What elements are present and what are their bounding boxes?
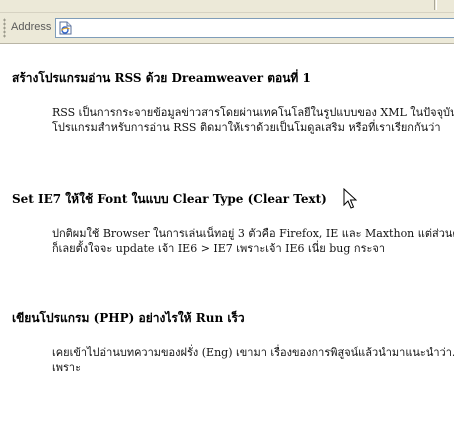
toolbar-separator-highlight <box>436 0 437 10</box>
ie-page-icon <box>59 21 72 35</box>
excerpt-line: เคยเข้าไปอ่านบทความของฝรั่ง (Eng) เขามา … <box>52 346 454 359</box>
address-input[interactable] <box>55 18 454 38</box>
toolbar-strip <box>0 0 454 13</box>
post-excerpt: RSS เป็นการกระจายข้อมูลข่าวสารโดยผ่านเทค… <box>52 105 454 135</box>
post-item: เขียนโปรแกรม (PHP) อย่างไรให้ Run เร็ว เ… <box>12 309 454 375</box>
mouse-pointer-icon <box>343 188 357 209</box>
post-excerpt: เคยเข้าไปอ่านบทความของฝรั่ง (Eng) เขามา … <box>52 345 454 375</box>
excerpt-line: โปรแกรมสำหรับการอ่าน RSS ติดมาให้เราด้วย… <box>52 121 441 134</box>
post-excerpt: ปกติผมใช้ Browser ในการเล่นเน็ทอยู่ 3 ตั… <box>52 226 454 256</box>
excerpt-line: ปกติผมใช้ Browser ในการเล่นเน็ทอยู่ 3 ตั… <box>52 227 454 240</box>
toolbar-grip-handle[interactable] <box>3 18 6 38</box>
address-label: Address <box>11 21 52 33</box>
post-item: สร้างโปรแกรมอ่าน RSS ด้วย Dreamweaver ตอ… <box>12 69 454 135</box>
page-content: สร้างโปรแกรมอ่าน RSS ด้วย Dreamweaver ตอ… <box>0 44 454 422</box>
post-item: Set IE7 ให้ใช้ Font ในแบบ Clear Type (Cl… <box>12 190 454 256</box>
excerpt-line: ก็เลยตั้งใจจะ update เจ้า IE6 > IE7 เพรา… <box>52 242 386 255</box>
address-bar: Address <box>0 13 454 44</box>
post-title[interactable]: สร้างโปรแกรมอ่าน RSS ด้วย Dreamweaver ตอ… <box>12 69 454 88</box>
post-title[interactable]: Set IE7 ให้ใช้ Font ในแบบ Clear Type (Cl… <box>12 190 454 209</box>
post-title[interactable]: เขียนโปรแกรม (PHP) อย่างไรให้ Run เร็ว <box>12 309 454 328</box>
excerpt-line: RSS เป็นการกระจายข้อมูลข่าวสารโดยผ่านเทค… <box>52 106 454 119</box>
excerpt-line: เพราะ <box>52 361 82 374</box>
toolbar-separator <box>434 0 435 10</box>
